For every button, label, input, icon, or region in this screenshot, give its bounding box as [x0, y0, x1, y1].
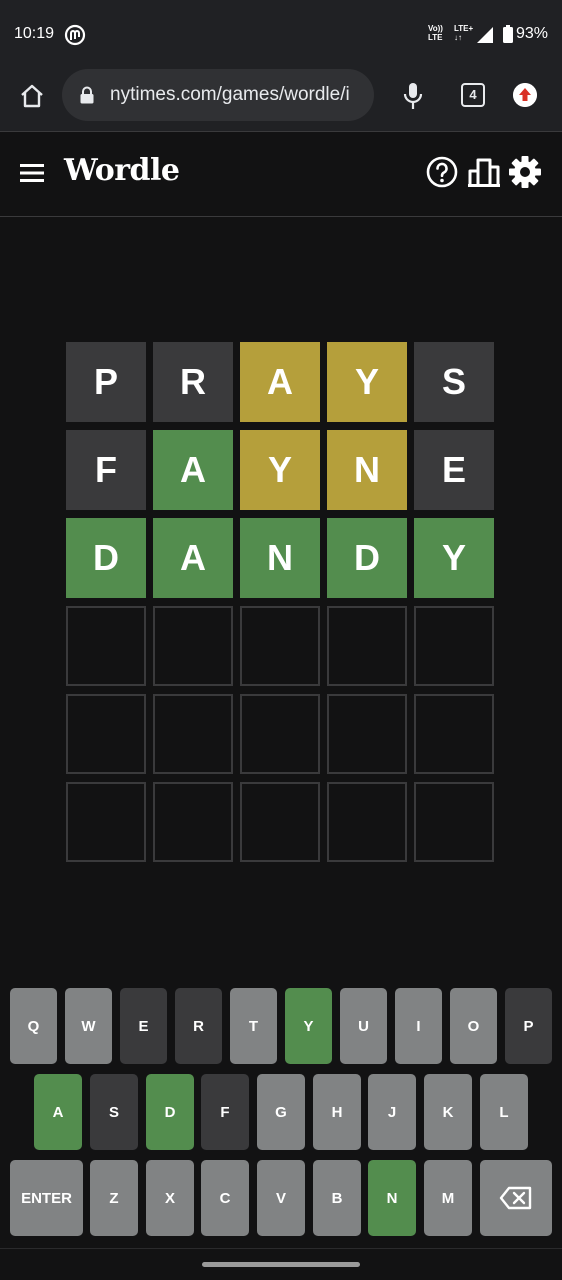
- key-m[interactable]: M: [424, 1160, 472, 1236]
- key-o[interactable]: O: [450, 988, 497, 1064]
- board-tile: Y: [414, 518, 494, 598]
- key-p[interactable]: P: [505, 988, 552, 1064]
- key-g[interactable]: G: [257, 1074, 305, 1150]
- lte-indicator: LTE+ ↓↑: [454, 24, 474, 42]
- key-e[interactable]: E: [120, 988, 167, 1064]
- board-tile: [153, 782, 233, 862]
- board-row: [66, 782, 497, 862]
- address-bar[interactable]: nytimes.com/games/wordle/i: [62, 69, 374, 121]
- update-icon[interactable]: [513, 83, 537, 107]
- key-l[interactable]: L: [480, 1074, 528, 1150]
- board-tile: [66, 782, 146, 862]
- board-tile: A: [240, 342, 320, 422]
- url-text[interactable]: nytimes.com/games/wordle/i: [110, 84, 350, 106]
- backspace-icon: [499, 1186, 532, 1210]
- board-tile: N: [240, 518, 320, 598]
- board-tile: D: [327, 518, 407, 598]
- key-u[interactable]: U: [340, 988, 387, 1064]
- enter-key[interactable]: ENTER: [10, 1160, 83, 1236]
- board-tile: [327, 782, 407, 862]
- board-tile: A: [153, 430, 233, 510]
- status-time: 10:19: [14, 25, 55, 42]
- board-tile: [153, 606, 233, 686]
- signal-icon: [477, 27, 493, 43]
- board-row: PRAYS: [66, 342, 497, 422]
- key-z[interactable]: Z: [90, 1160, 138, 1236]
- board-tile: Y: [327, 342, 407, 422]
- key-s[interactable]: S: [90, 1074, 138, 1150]
- key-d[interactable]: D: [146, 1074, 194, 1150]
- key-j[interactable]: J: [368, 1074, 416, 1150]
- board-row: FAYNE: [66, 430, 497, 510]
- board-tile: S: [414, 342, 494, 422]
- board-tile: [414, 606, 494, 686]
- board-tile: F: [66, 430, 146, 510]
- statistics-icon[interactable]: [467, 156, 501, 188]
- lock-icon: [80, 86, 94, 104]
- page-title: Wordle: [64, 153, 180, 188]
- key-i[interactable]: I: [395, 988, 442, 1064]
- board-tile: [240, 782, 320, 862]
- key-k[interactable]: K: [424, 1074, 472, 1150]
- board-tile: Y: [240, 430, 320, 510]
- battery-icon: [503, 25, 513, 43]
- board-tile: [414, 782, 494, 862]
- board-tile: [153, 694, 233, 774]
- key-r[interactable]: R: [175, 988, 222, 1064]
- status-bar: 10:19 Vo)) LTE LTE+ ↓↑ 93%: [0, 0, 562, 66]
- key-h[interactable]: H: [313, 1074, 361, 1150]
- key-a[interactable]: A: [34, 1074, 82, 1150]
- keyboard-row: ENTER Z X C V B N M: [0, 1160, 562, 1236]
- board-tile: E: [414, 430, 494, 510]
- board-tile: D: [66, 518, 146, 598]
- key-y[interactable]: Y: [285, 988, 332, 1064]
- board-tile: N: [327, 430, 407, 510]
- key-q[interactable]: Q: [10, 988, 57, 1064]
- key-f[interactable]: F: [201, 1074, 249, 1150]
- navigation-bar-divider: [0, 1248, 562, 1249]
- game-header: Wordle: [0, 133, 562, 217]
- gesture-home-indicator[interactable]: [202, 1262, 360, 1267]
- tab-switcher-button[interactable]: 4: [461, 83, 485, 107]
- board-tile: [414, 694, 494, 774]
- board-tile: R: [153, 342, 233, 422]
- key-n[interactable]: N: [368, 1160, 416, 1236]
- board-tile: A: [153, 518, 233, 598]
- board-tile: [66, 694, 146, 774]
- key-w[interactable]: W: [65, 988, 112, 1064]
- help-icon[interactable]: [426, 156, 458, 188]
- key-t[interactable]: T: [230, 988, 277, 1064]
- backspace-key[interactable]: [480, 1160, 552, 1236]
- board-row: DANDY: [66, 518, 497, 598]
- keyboard-row: ASDFGHJKL: [0, 1074, 562, 1150]
- notification-app-icon: [64, 24, 86, 46]
- board-tile: [66, 606, 146, 686]
- hamburger-menu-icon[interactable]: [20, 162, 44, 184]
- settings-gear-icon[interactable]: [508, 155, 542, 189]
- board-tile: P: [66, 342, 146, 422]
- game-board: PRAYSFAYNEDANDY: [66, 342, 497, 870]
- key-v[interactable]: V: [257, 1160, 305, 1236]
- key-x[interactable]: X: [146, 1160, 194, 1236]
- home-icon[interactable]: [18, 82, 46, 110]
- microphone-icon[interactable]: [402, 82, 424, 110]
- board-tile: [327, 694, 407, 774]
- board-row: [66, 694, 497, 774]
- board-tile: [240, 606, 320, 686]
- key-b[interactable]: B: [313, 1160, 361, 1236]
- battery-level: 93%: [516, 25, 549, 42]
- keyboard-row: QWERTYUIOP: [0, 988, 562, 1064]
- key-c[interactable]: C: [201, 1160, 249, 1236]
- board-tile: [240, 694, 320, 774]
- board-tile: [327, 606, 407, 686]
- board-row: [66, 606, 497, 686]
- volte-indicator: Vo)) LTE: [428, 24, 443, 42]
- browser-toolbar: nytimes.com/games/wordle/i 4: [0, 66, 562, 132]
